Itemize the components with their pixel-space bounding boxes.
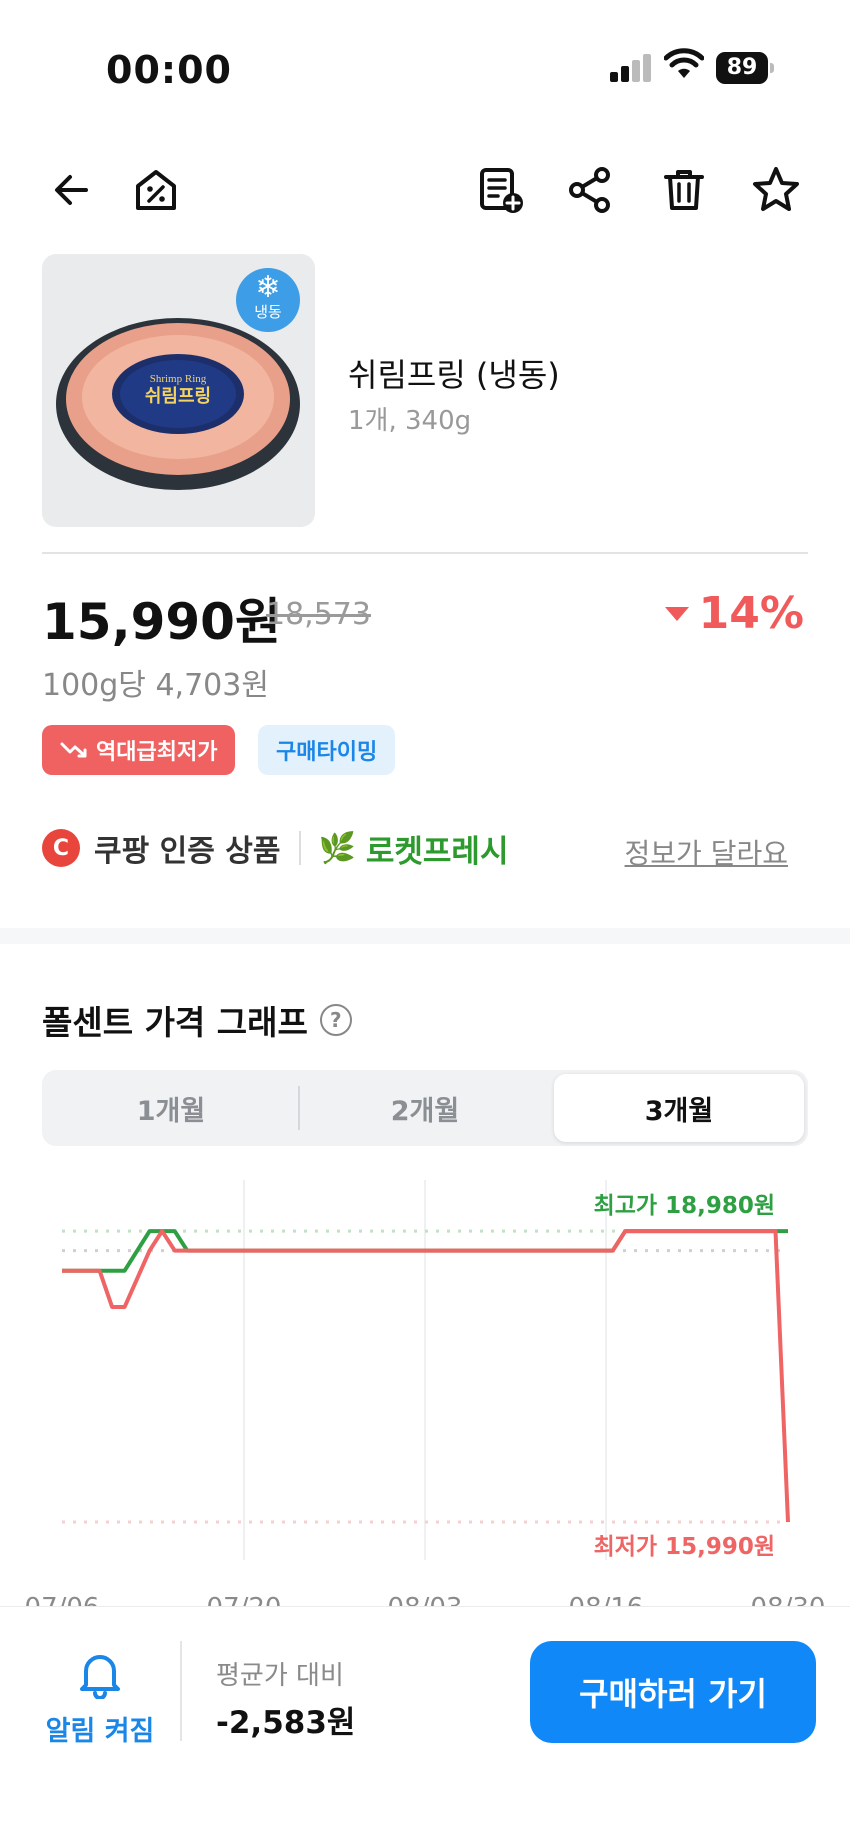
status-bar: 00:00 89 [0, 0, 850, 140]
coupang-c-icon: C [42, 829, 80, 867]
tab-3-month[interactable]: 3개월 [554, 1074, 804, 1142]
snowflake-icon: ❄ [255, 270, 281, 305]
product-spec: 1개, 340g [348, 406, 472, 436]
lowest-price-badge: 역대급최저가 [42, 725, 236, 775]
add-to-list-icon[interactable] [472, 162, 528, 218]
battery-icon: 89 [716, 52, 774, 84]
separator [180, 1641, 182, 1741]
max-price-label: 최고가 18,980원 [594, 1193, 775, 1219]
original-price: 18,573 [266, 597, 371, 632]
price-chart: 최고가 18,980원최저가 15,990원07/06 07/20 08/03 08/… [25, 1180, 825, 1610]
discount-rate: 14% [664, 588, 804, 639]
discount-value: 14% [698, 588, 804, 639]
status-time: 00:00 [106, 48, 232, 92]
bell-icon [80, 1655, 120, 1700]
tab-1-month[interactable]: 1개월 [46, 1074, 296, 1142]
lowest-price-label: 역대급최저가 [96, 740, 218, 765]
battery-level: 89 [716, 52, 768, 84]
image-label-main: 쉬림프링 [145, 386, 211, 407]
leaf-icon: 🌿 [318, 830, 356, 866]
avg-compare-value: -2,583원 [216, 1705, 356, 1741]
rocket-fresh-label: 로켓프레시 [365, 833, 509, 870]
frozen-badge: ❄ 냉동 [236, 268, 300, 332]
share-icon[interactable] [562, 162, 618, 218]
graph-title: 폴센트 가격 그래프 ? [42, 996, 352, 1044]
trend-down-icon [60, 742, 87, 758]
help-icon[interactable]: ? [319, 1004, 352, 1036]
percent-home-icon[interactable] [128, 162, 184, 218]
down-triangle-icon [664, 606, 689, 621]
graph-title-text: 폴센트 가격 그래프 [42, 1003, 308, 1042]
image-label-top: Shrimp Ring [150, 373, 207, 385]
min-price-label: 최저가 15,990원 [594, 1534, 775, 1560]
divider [42, 552, 808, 554]
coupang-cert-label: 쿠팡 인증 상품 [94, 834, 281, 869]
product-image: Shrimp Ring 쉬림프링 ❄ 냉동 [42, 254, 315, 527]
star-icon[interactable] [748, 162, 804, 218]
tab-2-month[interactable]: 2개월 [300, 1074, 550, 1142]
top-toolbar [0, 150, 850, 230]
period-selector: 1개월 2개월 3개월 [42, 1070, 808, 1146]
buy-timing-badge: 구매타이밍 [258, 725, 396, 775]
cellular-signal-icon [610, 52, 651, 82]
alarm-toggle[interactable]: 알림 켜짐 [40, 1647, 160, 1748]
alarm-label: 알림 켜짐 [45, 1716, 155, 1747]
avg-compare-label: 평균가 대비 [216, 1661, 344, 1691]
trash-icon[interactable] [656, 162, 712, 218]
unit-price: 100g당 4,703원 [42, 668, 269, 703]
section-gap [0, 928, 850, 944]
current-price: 15,990원 [42, 593, 281, 651]
back-arrow-icon[interactable] [44, 162, 100, 218]
frozen-badge-label: 냉동 [254, 303, 282, 321]
product-name: 쉬림프링 (냉동) [348, 356, 560, 394]
separator [298, 831, 301, 865]
bottom-bar: 알림 켜짐 평균가 대비 -2,583원 구매하러 가기 [0, 1606, 850, 1848]
wifi-icon [664, 48, 704, 78]
report-info-link[interactable]: 정보가 달라요 [625, 832, 788, 872]
buy-button[interactable]: 구매하러 가기 [530, 1641, 816, 1743]
